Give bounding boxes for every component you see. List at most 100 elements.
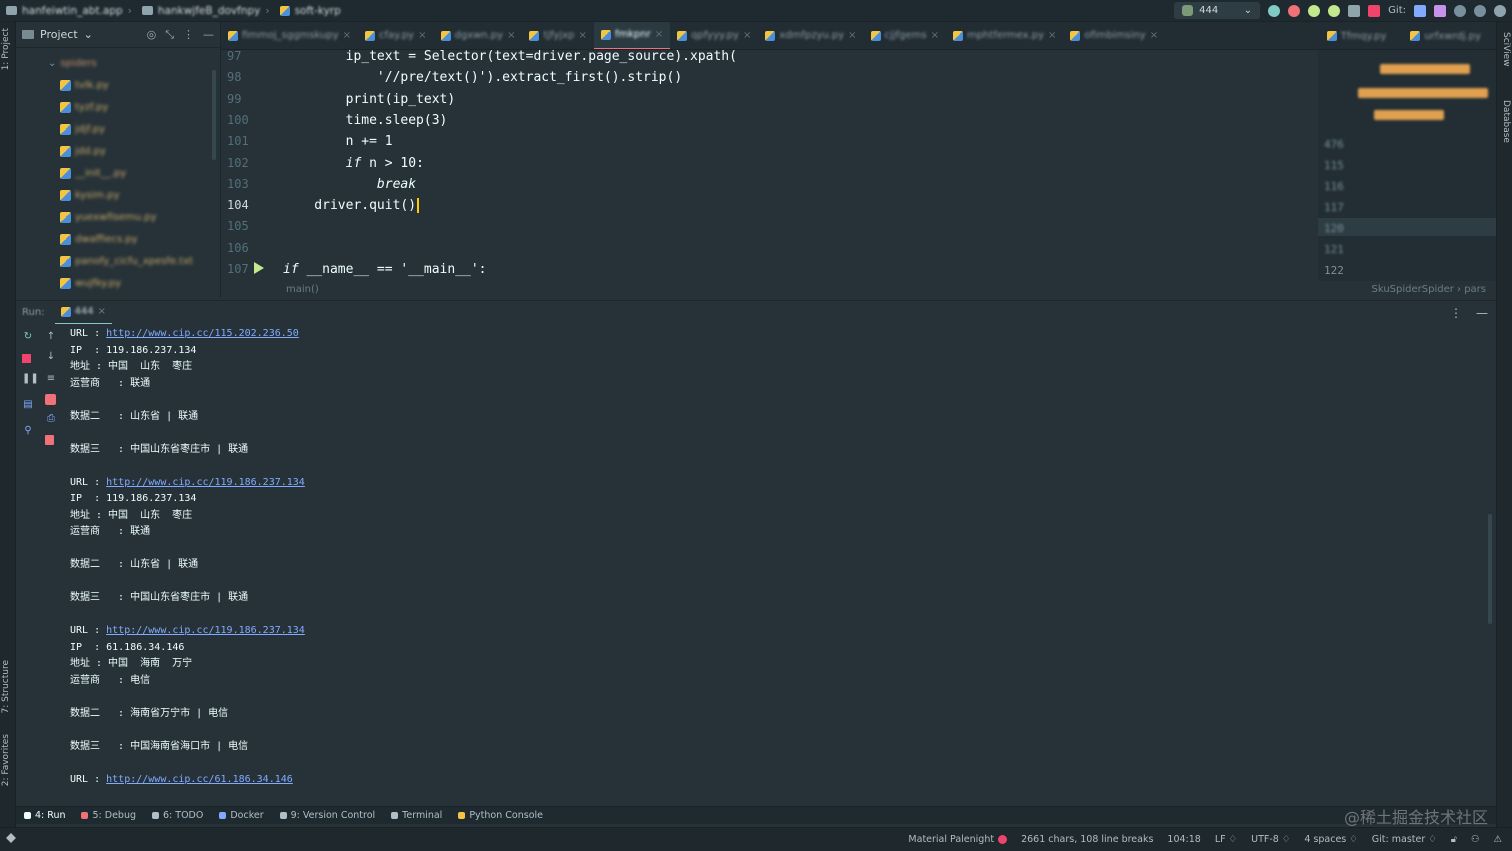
options-icon[interactable]: ⋮	[1450, 306, 1462, 320]
down-arrow-icon[interactable]: ↓	[45, 352, 57, 362]
code-line[interactable]: print(ip_text)	[283, 89, 456, 110]
tool-window-terminal[interactable]: Terminal	[391, 810, 442, 821]
hide-icon[interactable]: —	[1476, 306, 1488, 320]
code-minimap[interactable]: 476 115 116 117 120 121 122	[1318, 50, 1496, 281]
project-pane-title[interactable]: Project	[40, 28, 78, 41]
file-encoding[interactable]: UTF-8 ♢	[1251, 834, 1290, 845]
favorites-tool-button[interactable]: 2: Favorites	[1, 734, 11, 786]
inspection-icon[interactable]: ⚇	[1471, 834, 1480, 845]
git-branch[interactable]: Git: master ♢	[1372, 834, 1437, 845]
run-gutter-icon[interactable]	[254, 262, 264, 274]
editor-tab[interactable]: tjfyjxp ×	[522, 22, 593, 49]
history-icon[interactable]	[1454, 4, 1466, 17]
run-tab[interactable]: 444 ×	[54, 301, 113, 325]
clear-trash-icon[interactable]	[45, 435, 54, 445]
minimap-viewport[interactable]	[1318, 218, 1496, 236]
close-tab-icon[interactable]: ×	[848, 30, 856, 41]
hide-icon[interactable]: —	[203, 28, 214, 42]
scroll-to-end-icon[interactable]	[45, 394, 56, 405]
tree-file-item[interactable]: jdjf.py	[16, 118, 220, 140]
cursor-position[interactable]: 104:18	[1167, 834, 1200, 845]
up-arrow-icon[interactable]: ↑	[45, 332, 57, 342]
chevron-down-icon[interactable]: ⌄	[84, 28, 93, 41]
tree-file-item[interactable]: jdd.py	[16, 140, 220, 162]
structure-tool-button[interactable]: 7: Structure	[1, 660, 11, 714]
breadcrumb-folder[interactable]: hankwjfeB_dovfnpy ›	[141, 5, 270, 17]
tree-file-item[interactable]: tyzf.py	[16, 96, 220, 118]
tree-file-item[interactable]: yuexwfisemu.py	[16, 206, 220, 228]
locate-icon[interactable]: ◎	[147, 28, 157, 42]
tool-window-4-run[interactable]: 4: Run	[24, 810, 65, 821]
rollback-icon[interactable]	[1474, 4, 1486, 17]
breadcrumb-file[interactable]: soft-kyrp	[279, 5, 341, 17]
run-configuration-select[interactable]: 444 ⌄	[1174, 2, 1261, 19]
editor-tab[interactable]: cjjfgems ×	[864, 22, 946, 49]
profile-icon[interactable]	[1328, 4, 1341, 17]
soft-wrap-icon[interactable]: ≡	[45, 374, 57, 384]
pin-icon[interactable]: ⚲	[22, 426, 34, 436]
tree-file-item[interactable]: panofy_cicfu_xpesfe.txt	[16, 250, 220, 272]
close-tab-icon[interactable]: ×	[743, 30, 751, 41]
theme-indicator[interactable]: Material Palenight	[908, 834, 1008, 845]
notifications-icon[interactable]: ⚠︎	[1493, 834, 1502, 845]
tree-file-item[interactable]: kysim.py	[16, 184, 220, 206]
git-push-icon[interactable]	[1434, 4, 1446, 17]
project-tool-button[interactable]: 1: Project	[1, 28, 11, 70]
stop-icon[interactable]	[1368, 4, 1381, 17]
close-tab-icon[interactable]: ×	[578, 30, 586, 41]
code-line[interactable]: time.sleep(3)	[283, 110, 448, 131]
tree-file-item[interactable]: __init__.py	[16, 162, 220, 184]
lock-icon[interactable]: 🔓︎	[1451, 834, 1457, 845]
tool-window-6-todo[interactable]: 6: TODO	[152, 810, 203, 821]
breadcrumb-class[interactable]: SkuSpiderSpider › pars	[1372, 284, 1487, 295]
layout-icon[interactable]: ▤	[22, 400, 34, 410]
tree-file-item[interactable]: wujfky.py	[16, 272, 220, 294]
breadcrumb-function[interactable]: main()	[286, 284, 319, 295]
run-console-output[interactable]: URL : http://www.cip.cc/115.202.236.50 IP…	[64, 324, 1496, 806]
git-update-icon[interactable]	[1414, 4, 1426, 17]
tool-window-python-console[interactable]: Python Console	[458, 810, 543, 821]
tree-folder-root[interactable]: ⌄ spiders	[16, 52, 220, 74]
editor-tab[interactable]: fmkpnr ×	[593, 22, 671, 49]
code-line[interactable]: if __name__ == '__main__':	[283, 259, 487, 280]
code-editor[interactable]: ip_text = Selector(text=driver.page_sour…	[283, 50, 1318, 281]
tree-file-item[interactable]: dwaffiecs.py	[16, 228, 220, 250]
debug-icon[interactable]	[1288, 4, 1301, 17]
build-icon[interactable]	[1348, 4, 1361, 17]
close-tab-icon[interactable]: ×	[343, 30, 351, 41]
sciview-tool-button[interactable]: SciView	[1501, 32, 1511, 67]
code-line[interactable]: '//pre/text()').extract_first().strip()	[283, 67, 682, 88]
close-tab-icon[interactable]: ×	[1150, 30, 1158, 41]
editor-tab[interactable]: cfay.py ×	[358, 22, 433, 49]
console-url-link[interactable]: http://www.cip.cc/119.186.237.134	[106, 477, 305, 488]
close-tab-icon[interactable]: ×	[931, 30, 939, 41]
code-line[interactable]: if n > 10:	[283, 153, 424, 174]
close-tab-icon[interactable]: ×	[418, 30, 426, 41]
close-tab-icon[interactable]: ×	[1048, 30, 1056, 41]
tool-window-docker[interactable]: Docker	[219, 810, 264, 821]
rerun-icon[interactable]	[1268, 4, 1281, 17]
editor-tab[interactable]: dgxwn.py ×	[434, 22, 523, 49]
stop-icon[interactable]	[22, 354, 31, 363]
console-url-link[interactable]: http://www.cip.cc/61.186.34.146	[106, 774, 293, 785]
editor-tab[interactable]: xdmfpzyu.py ×	[758, 22, 863, 49]
close-icon[interactable]: ×	[98, 306, 106, 317]
editor-tab[interactable]: qpfyyy.py ×	[670, 22, 758, 49]
database-tool-button[interactable]: Database	[1501, 100, 1511, 143]
print-icon[interactable]: ⎙	[45, 414, 57, 424]
code-line[interactable]: driver.quit()	[283, 195, 420, 216]
tree-file-item[interactable]: tvlk.py	[16, 74, 220, 96]
line-separator[interactable]: LF ♢	[1215, 834, 1237, 845]
indent-settings[interactable]: 4 spaces ♢	[1304, 834, 1357, 845]
pause-icon[interactable]: ❚❚	[22, 374, 39, 384]
close-tab-icon[interactable]: ×	[655, 29, 663, 40]
editor-tab[interactable]: mphtfermex.py ×	[946, 22, 1063, 49]
rerun-icon[interactable]: ↻	[22, 332, 34, 342]
project-scrollbar[interactable]	[212, 70, 216, 160]
coverage-icon[interactable]	[1308, 4, 1321, 17]
tool-window-5-debug[interactable]: 5: Debug	[81, 810, 136, 821]
code-line[interactable]: break	[283, 174, 416, 195]
console-scrollbar[interactable]	[1488, 514, 1492, 624]
layers-icon[interactable]	[6, 833, 16, 843]
breadcrumb-project[interactable]: hanfeiwtin_abt.app ›	[6, 5, 132, 17]
